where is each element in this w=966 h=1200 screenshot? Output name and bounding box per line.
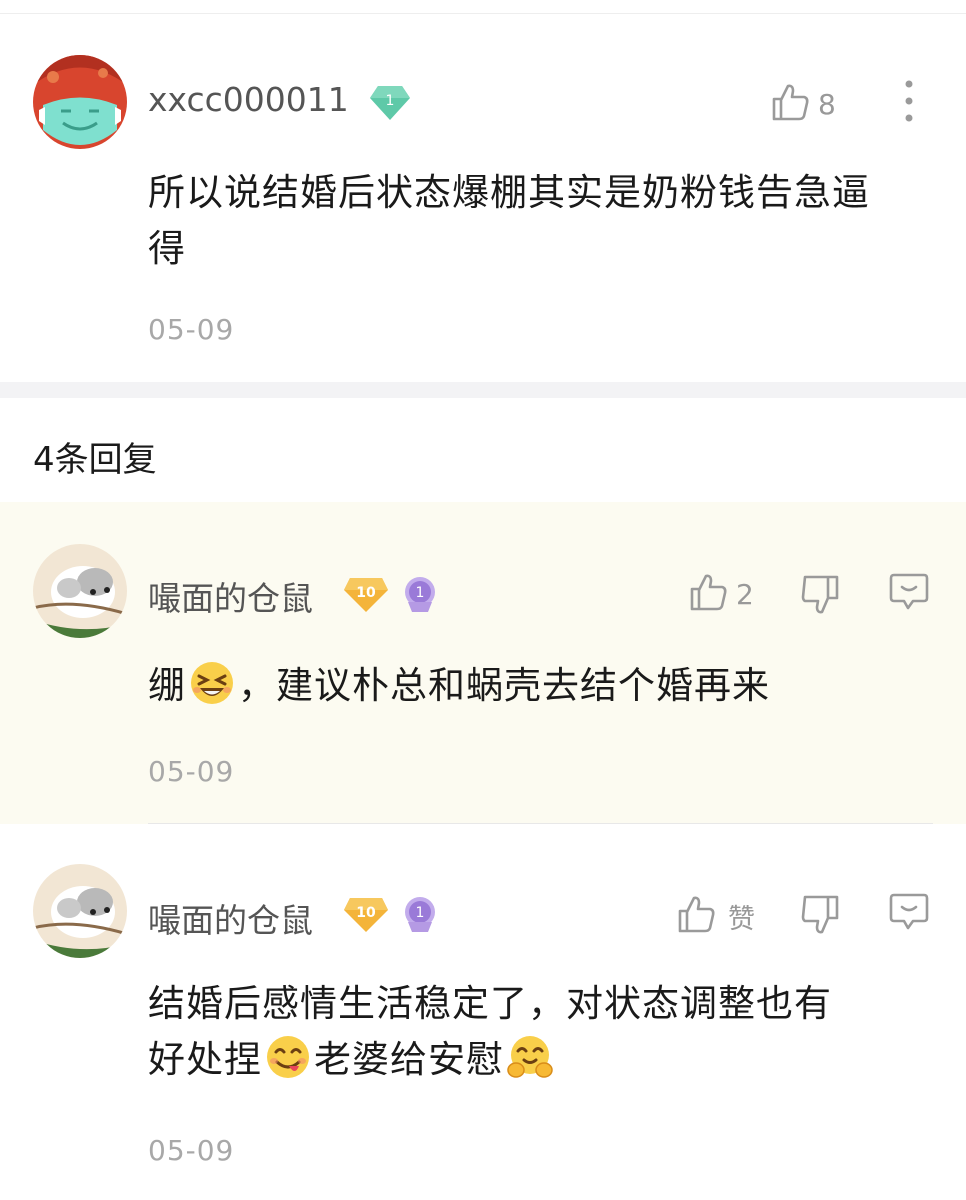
thumbs-down-icon (800, 574, 842, 620)
reply-text-end: ，建议朴总和蜗壳去结个婚再来 (238, 664, 770, 707)
level-badge: 10 (342, 894, 390, 938)
like-label: 赞 (728, 903, 755, 935)
reply-date: 05-09 (148, 755, 235, 788)
reply-bubble-icon (888, 892, 930, 936)
like-button[interactable]: 2 (688, 572, 754, 616)
username[interactable]: 嘬面的仓鼠 (148, 572, 313, 620)
rank-badge: 1 (400, 894, 440, 938)
main-comment: xxcc000011 1 8 所以说结婚后状态爆棚其实是奶粉钱告急逼得 05-0… (0, 0, 966, 382)
level-badge: 10 (342, 574, 390, 618)
reply-button[interactable] (888, 572, 930, 616)
username[interactable]: 嘬面的仓鼠 (148, 894, 313, 942)
reply-text-line-2: 好处捏 老婆给安慰 (148, 1032, 906, 1088)
reply-item: 嘬面的仓鼠 10 1 赞 结婚后感情生活稳定了，对状态调整也有 好处捏 老婆给安… (0, 824, 966, 1200)
level-number: 10 (356, 905, 376, 921)
level-number: 10 (356, 585, 376, 601)
reply-item: 嘬面的仓鼠 10 1 2 绷 ，建议朴总和蜗壳去结个婚再来 05-09 (0, 502, 966, 824)
reply-bubble-icon (888, 572, 930, 616)
replies-count-header: 4条回复 (33, 440, 157, 480)
reply-text: 绷 ，建议朴总和蜗壳去结个婚再来 (148, 658, 906, 714)
reply-text: 结婚后感情生活稳定了，对状态调整也有 好处捏 老婆给安慰 (148, 976, 906, 1088)
dislike-button[interactable] (800, 574, 842, 620)
hug-emoji-icon (507, 1034, 553, 1080)
username[interactable]: xxcc000011 (148, 80, 349, 119)
reply-button[interactable] (888, 892, 930, 936)
yum-emoji-icon (265, 1034, 311, 1080)
rank-badge: 1 (400, 574, 440, 618)
rank-number: 1 (416, 905, 425, 921)
dislike-button[interactable] (800, 894, 842, 940)
thumbs-up-icon (770, 82, 810, 126)
level-gem-number: 1 (386, 93, 395, 109)
avatar[interactable] (33, 864, 127, 958)
thumbs-up-icon (676, 894, 716, 938)
reply-date: 05-09 (148, 1134, 235, 1167)
rank-number: 1 (416, 585, 425, 601)
like-button[interactable]: 赞 (676, 894, 755, 938)
thumbs-up-icon (688, 572, 728, 616)
reply-text-part-a: 好处捏 (148, 1038, 262, 1081)
comment-date: 05-09 (148, 313, 235, 346)
like-count: 8 (818, 87, 836, 121)
reply-text-line-1: 结婚后感情生活稳定了，对状态调整也有 (148, 982, 832, 1025)
more-vertical-icon (898, 80, 920, 126)
avatar[interactable] (33, 55, 127, 149)
reply-text-start: 绷 (148, 664, 186, 707)
thumbs-down-icon (800, 894, 842, 940)
laughing-emoji-icon (189, 660, 235, 706)
like-button[interactable]: 8 (770, 82, 836, 126)
section-divider (0, 382, 966, 398)
comment-text: 所以说结婚后状态爆棚其实是奶粉钱告急逼得 (148, 171, 870, 270)
more-button[interactable] (898, 80, 920, 126)
reply-text-part-b: 老婆给安慰 (314, 1038, 504, 1081)
avatar[interactable] (33, 544, 127, 638)
like-count: 2 (736, 577, 754, 611)
level-gem-badge: 1 (368, 84, 412, 126)
